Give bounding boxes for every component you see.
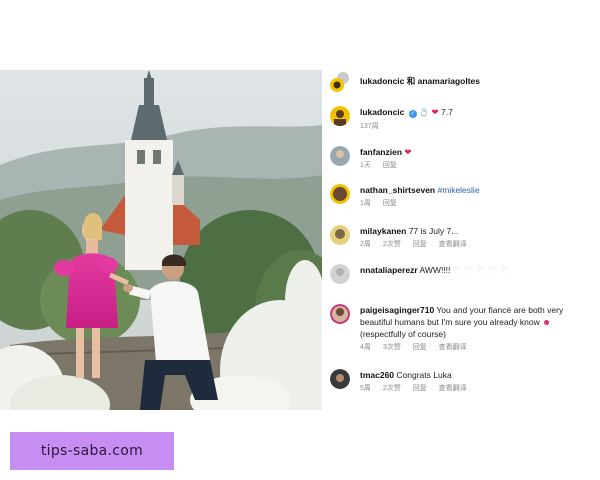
verified-badge-icon: ✓	[408, 110, 417, 118]
watermark-text: tips-saba.com	[40, 443, 144, 459]
comment-text: Congrats Luka	[396, 370, 452, 380]
comment-username[interactable]: nathan_shirtseven	[360, 185, 435, 195]
timestamp: 5周	[360, 385, 371, 392]
avatar[interactable]	[330, 264, 350, 284]
list-item: nathan_shirtseven #mikeleslie 1周 回复	[330, 184, 596, 212]
reply-button[interactable]: 回复	[383, 162, 397, 169]
translate-button[interactable]: 查看翻译	[439, 344, 467, 351]
heart-emojis: ♡ ♡ ♡ ♡ ♡	[452, 265, 510, 275]
comment-text: AWW!!!!	[419, 265, 451, 275]
avatar[interactable]	[330, 106, 350, 126]
caption-row: lukadoncic ✓ 💍 ❤ 7.7 137周	[330, 106, 596, 134]
timestamp: 4周	[360, 344, 371, 351]
reply-button[interactable]: 回复	[383, 200, 397, 207]
reply-button[interactable]: 回复	[413, 241, 427, 248]
watermark-badge: tips-saba.com	[10, 432, 174, 470]
timestamp: 1天	[360, 162, 371, 169]
avatar[interactable]	[330, 369, 350, 389]
caption-username[interactable]: lukadoncic	[360, 107, 404, 117]
comment-text-end: (respectfully of course)	[360, 329, 446, 339]
translate-button[interactable]: 查看翻译	[439, 241, 467, 248]
avatar[interactable]	[330, 184, 350, 204]
timestamp: 1周	[360, 200, 371, 207]
translate-button[interactable]: 查看翻译	[439, 385, 467, 392]
heart-icon: ❤	[404, 147, 412, 157]
avatar[interactable]	[330, 304, 350, 324]
ring-icon: 💍	[419, 108, 430, 117]
heart-icon: ❤	[431, 107, 439, 117]
comment-username[interactable]: nnataliaperezr	[360, 265, 418, 275]
comment-username[interactable]: tmac260	[360, 370, 394, 380]
list-item: fanfanzien ❤ 1天 回复	[330, 146, 596, 174]
comment-text: 77 is July 7...	[408, 226, 459, 236]
like-count[interactable]: 2次赞	[383, 241, 401, 248]
avatar[interactable]	[330, 146, 350, 166]
like-count[interactable]: 3次赞	[383, 344, 401, 351]
list-item: paigeisaginger710 You and your fiancé ar…	[330, 304, 596, 360]
comments-panel: lukadoncic 和 anamariagoltes lukadoncic ✓…	[322, 70, 600, 410]
hashtag-link[interactable]: #mikeleslie	[438, 185, 480, 195]
comment-username[interactable]: fanfanzien	[360, 147, 402, 157]
avatar[interactable]	[330, 225, 350, 245]
list-item: nnataliaperezr AWW!!!! ♡ ♡ ♡ ♡ ♡	[330, 264, 596, 286]
reply-button[interactable]: 回复	[413, 385, 427, 392]
post-header: lukadoncic 和 anamariagoltes	[330, 72, 596, 92]
comment-username[interactable]: paigeisaginger710	[360, 305, 434, 315]
list-item: tmac260 Congrats Luka 5周 2次赞 回复 查看翻译	[330, 369, 596, 399]
timestamp: 137周	[360, 123, 379, 130]
comment-username[interactable]: milaykanen	[360, 226, 406, 236]
reply-button[interactable]: 回复	[413, 344, 427, 351]
blush-emoji-icon: ☻	[542, 317, 552, 327]
list-item: milaykanen 77 is July 7... 2周 2次赞 回复 查看翻…	[330, 225, 596, 253]
header-title[interactable]: lukadoncic 和 anamariagoltes	[360, 75, 596, 87]
caption-number: 7.7	[441, 107, 453, 117]
timestamp: 2周	[360, 241, 371, 248]
like-count[interactable]: 2次赞	[383, 385, 401, 392]
avatar[interactable]	[330, 72, 350, 92]
post-photo[interactable]	[0, 70, 322, 410]
